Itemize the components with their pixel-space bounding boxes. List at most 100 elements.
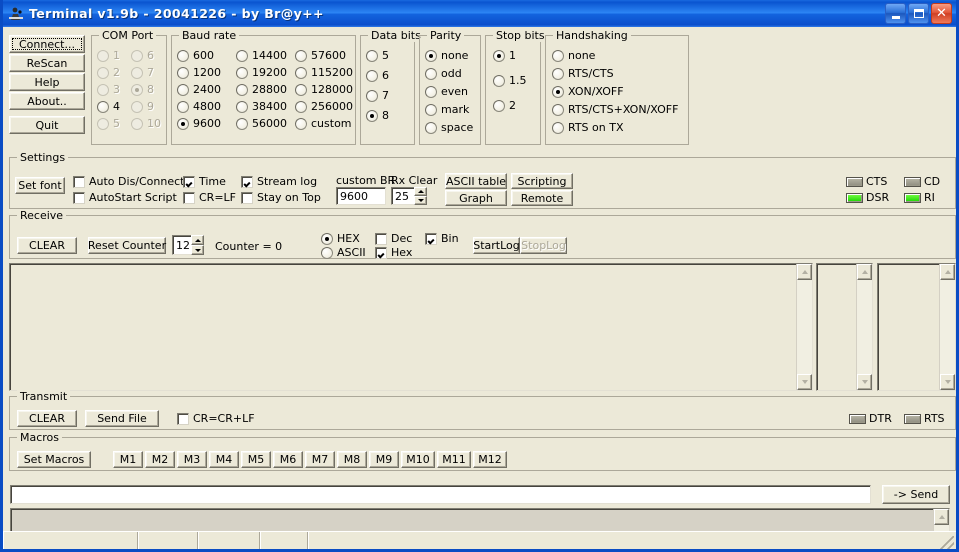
macro-button-m1[interactable]: M1 [113,451,143,468]
handshaking-radio-rts-cts[interactable]: RTS/CTS [552,67,614,80]
baud-radio-600[interactable]: 600 [177,49,214,62]
receive-clear-button[interactable]: CLEAR [17,237,77,254]
receive-bin-checkbox[interactable]: Bin [425,232,459,245]
parity-radio-even[interactable]: even [425,85,468,98]
receive-text-area[interactable] [9,263,813,391]
quit-button[interactable]: Quit [9,116,85,134]
baud-radio-56000[interactable]: 56000 [236,117,287,130]
parity-radio-mark[interactable]: mark [425,103,469,116]
com-port-radio-2[interactable]: 2 [97,66,120,79]
remote-button[interactable]: Remote [511,190,573,206]
receive-counter-stepper-down[interactable] [191,245,204,255]
auto-dis-connect-checkbox[interactable]: Auto Dis/Connect [73,175,184,188]
handshaking-radio-none[interactable]: none [552,49,595,62]
macro-button-m5[interactable]: M5 [241,451,271,468]
receive-pane-2[interactable] [816,263,873,391]
baud-radio-custom[interactable]: custom [295,117,352,130]
help-button[interactable]: Help [9,73,85,91]
graph-button[interactable]: Graph [445,190,507,206]
receive-counter-stepper[interactable] [191,235,204,255]
com-port-radio-10[interactable]: 10 [131,117,161,130]
handshaking-radio-xon-xoff[interactable]: XON/XOFF [552,85,624,98]
receive-ascii-radio[interactable]: ASCII [321,246,366,259]
stop-bits-radio-1[interactable]: 1 [493,49,516,62]
baud-radio-4800[interactable]: 4800 [177,100,221,113]
data-bits-radio-5[interactable]: 5 [366,49,389,62]
stream-log-checkbox[interactable]: Stream log [241,175,317,188]
macro-button-m12[interactable]: M12 [473,451,507,468]
com-port-radio-7[interactable]: 7 [131,66,154,79]
com-port-radio-1[interactable]: 1 [97,49,120,62]
maximize-button[interactable] [908,3,929,24]
receive-counter-stepper-up[interactable] [191,235,204,245]
macro-button-m6[interactable]: M6 [273,451,303,468]
receive-pane-3-scroll-up-button[interactable] [940,264,955,280]
baud-radio-128000[interactable]: 128000 [295,83,353,96]
parity-radio-space[interactable]: space [425,121,473,134]
parity-radio-none[interactable]: none [425,49,468,62]
baud-radio-38400[interactable]: 38400 [236,100,287,113]
transmit-echo-scroll-up-button[interactable] [934,509,949,525]
set-font-button[interactable]: Set font [15,177,65,194]
receive-pane-3-scroll-down-button[interactable] [940,374,955,390]
receive-pane-3[interactable] [877,263,956,391]
macro-button-m3[interactable]: M3 [177,451,207,468]
data-bits-radio-6[interactable]: 6 [366,69,389,82]
macro-button-m8[interactable]: M8 [337,451,367,468]
connect-button[interactable]: Connect... [9,35,85,53]
receive-pane-3-scrollbar[interactable] [939,264,955,390]
parity-radio-odd[interactable]: odd [425,67,462,80]
rx-clear-stepper[interactable] [414,187,427,205]
minimize-button[interactable] [885,3,906,24]
stop-log-button[interactable]: StopLog [520,237,567,254]
data-bits-radio-7[interactable]: 7 [366,89,389,102]
baud-radio-57600[interactable]: 57600 [295,49,346,62]
send-input[interactable] [10,485,871,504]
send-file-button[interactable]: Send File [85,410,159,427]
baud-radio-256000[interactable]: 256000 [295,100,353,113]
baud-radio-2400[interactable]: 2400 [177,83,221,96]
resize-grip-icon[interactable] [940,536,954,549]
custom-br-input[interactable]: 9600 [336,187,386,205]
receive-dec-checkbox[interactable]: Dec [375,232,412,245]
set-macros-button[interactable]: Set Macros [17,451,91,468]
close-button[interactable]: ✕ [931,3,952,24]
baud-radio-14400[interactable]: 14400 [236,49,287,62]
send-button[interactable]: -> Send [882,485,950,504]
receive-scrollbar[interactable] [796,264,812,390]
baud-radio-19200[interactable]: 19200 [236,66,287,79]
data-bits-radio-8[interactable]: 8 [366,109,389,122]
rescan-button[interactable]: ReScan [9,54,85,72]
handshaking-radio-rts-on-tx[interactable]: RTS on TX [552,121,624,134]
com-port-radio-9[interactable]: 9 [131,100,154,113]
macro-button-m9[interactable]: M9 [369,451,399,468]
start-log-button[interactable]: StartLog [473,237,520,254]
receive-hex-checkbox[interactable]: Hex [375,246,412,259]
com-port-radio-3[interactable]: 3 [97,83,120,96]
receive-pane-2-scroll-down-button[interactable] [857,374,872,390]
receive-scroll-down-button[interactable] [797,374,812,390]
baud-radio-28800[interactable]: 28800 [236,83,287,96]
macro-button-m7[interactable]: M7 [305,451,335,468]
com-port-radio-8[interactable]: 8 [131,83,154,96]
handshaking-radio-rts-cts-xon[interactable]: RTS/CTS+XON/XOFF [552,103,678,116]
receive-pane-2-scrollbar[interactable] [856,264,872,390]
baud-radio-1200[interactable]: 1200 [177,66,221,79]
com-port-radio-6[interactable]: 6 [131,49,154,62]
com-port-radio-5[interactable]: 5 [97,117,120,130]
baud-radio-115200[interactable]: 115200 [295,66,353,79]
receive-counter-input[interactable]: 12 [172,235,192,255]
about-button[interactable]: About.. [9,92,85,110]
stop-bits-radio-1-5[interactable]: 1.5 [493,74,527,87]
scripting-button[interactable]: Scripting [511,173,573,189]
autostart-script-checkbox[interactable]: AutoStart Script [73,191,177,204]
macro-button-m11[interactable]: M11 [437,451,471,468]
stop-bits-radio-2[interactable]: 2 [493,99,516,112]
rx-clear-stepper-up[interactable] [414,187,427,196]
macro-button-m4[interactable]: M4 [209,451,239,468]
transmit-clear-button[interactable]: CLEAR [17,410,77,427]
receive-pane-2-scroll-up-button[interactable] [857,264,872,280]
rx-clear-stepper-down[interactable] [414,196,427,205]
macro-button-m10[interactable]: M10 [401,451,435,468]
reset-counter-button[interactable]: Reset Counter [88,237,166,254]
